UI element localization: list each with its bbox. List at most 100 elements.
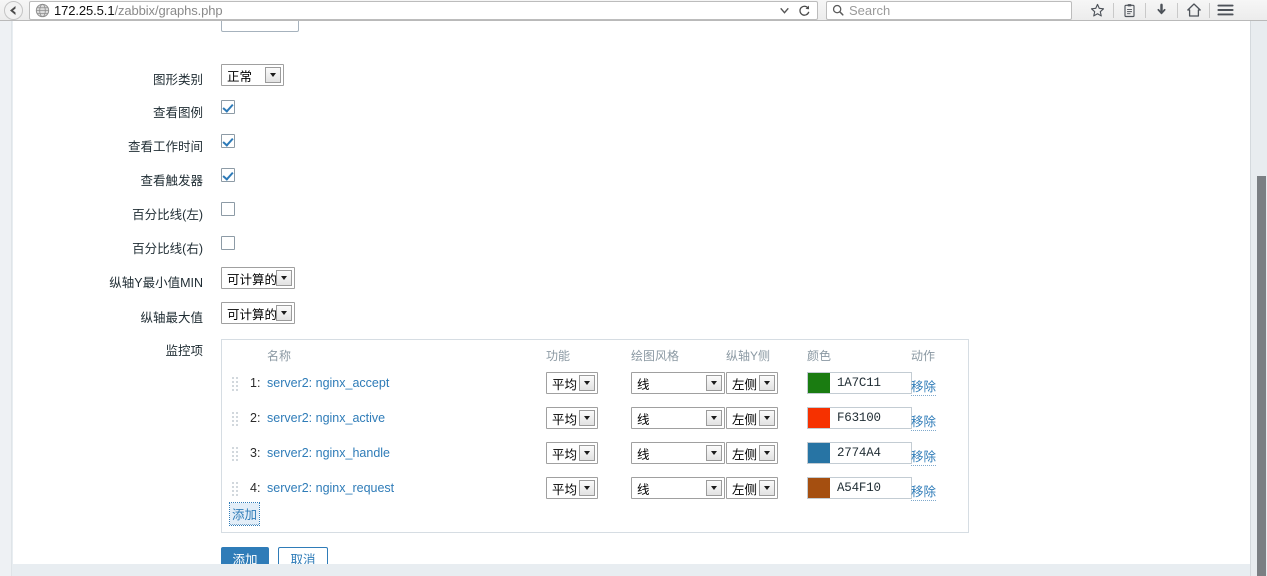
chevron-down-icon[interactable] <box>579 375 595 391</box>
item-name-link[interactable]: server2: nginx_request <box>267 481 394 495</box>
page-bottom-strip <box>13 564 1250 576</box>
globe-icon <box>35 3 50 17</box>
chevron-down-icon[interactable] <box>579 445 595 461</box>
url-path: /zabbix/graphs.php <box>114 2 223 18</box>
vertical-scrollbar[interactable] <box>1250 21 1267 576</box>
field-show-triggers[interactable] <box>221 168 235 182</box>
add-item-link[interactable]: 添加 <box>228 502 261 526</box>
url-text: 172.25.5.1/zabbix/graphs.php <box>54 3 223 18</box>
chevron-down-icon[interactable] <box>706 445 722 461</box>
select-function[interactable]: 平均 <box>546 477 598 499</box>
checkbox-show-legend[interactable] <box>221 100 235 114</box>
item-name-link[interactable]: server2: nginx_handle <box>267 446 390 460</box>
chevron-down-icon[interactable] <box>265 67 281 83</box>
chevron-down-icon[interactable] <box>778 4 791 17</box>
select-function[interactable]: 平均 <box>546 372 598 394</box>
drag-handle-icon[interactable] <box>232 447 239 462</box>
chevron-down-icon[interactable] <box>276 305 292 321</box>
chevron-down-icon[interactable] <box>706 480 722 496</box>
item-name-link[interactable]: server2: nginx_active <box>267 411 385 425</box>
select-function[interactable]: 平均 <box>546 407 598 429</box>
color-input[interactable]: F63100 <box>807 407 912 429</box>
chevron-down-icon[interactable] <box>759 445 775 461</box>
chevron-down-icon[interactable] <box>706 410 722 426</box>
select-yaxis-max[interactable]: 可计算的 <box>221 302 295 324</box>
color-input[interactable]: 1A7C11 <box>807 372 912 394</box>
menu-hamburger-icon[interactable] <box>1210 0 1241 20</box>
select-draw-style[interactable]: 线 <box>631 442 725 464</box>
checkbox-show-working-time[interactable] <box>221 134 235 148</box>
field-show-working-time[interactable] <box>221 134 235 148</box>
remove-link[interactable]: 移除 <box>911 481 937 501</box>
select-yaxis-side[interactable]: 左侧 <box>726 477 778 499</box>
color-swatch[interactable] <box>808 373 830 393</box>
row-index: 1: <box>250 376 261 390</box>
select-function-value: 平均 <box>552 447 578 462</box>
drag-handle-icon[interactable] <box>232 412 239 427</box>
chevron-down-icon[interactable] <box>579 410 595 426</box>
chevron-down-icon[interactable] <box>759 410 775 426</box>
select-yaxis-side[interactable]: 左侧 <box>726 407 778 429</box>
label-items: 监控项 <box>165 344 203 358</box>
select-draw-style[interactable]: 线 <box>631 372 725 394</box>
select-yaxis-side[interactable]: 左侧 <box>726 442 778 464</box>
submit-button[interactable]: 添加 <box>221 547 269 564</box>
home-icon[interactable] <box>1178 0 1209 20</box>
color-input[interactable]: A54F10 <box>807 477 912 499</box>
select-yaxis-max-value: 可计算的 <box>227 307 278 322</box>
url-bar[interactable]: 172.25.5.1/zabbix/graphs.php <box>29 0 818 20</box>
field-show-legend[interactable] <box>221 100 235 114</box>
color-swatch[interactable] <box>808 478 830 498</box>
table-row: 4: server2: nginx_request 平均 线 左侧 A54F10… <box>222 472 968 507</box>
select-graph-type-value: 正常 <box>227 69 253 84</box>
field-yaxis-max[interactable]: 可计算的 <box>221 302 295 324</box>
color-swatch[interactable] <box>808 443 830 463</box>
color-input[interactable]: 2774A4 <box>807 442 912 464</box>
column-header-yaxis-side: 纵轴Y侧 <box>726 349 771 363</box>
chevron-down-icon[interactable] <box>579 480 595 496</box>
scrollbar-thumb[interactable] <box>1257 176 1266 576</box>
field-graph-type[interactable]: 正常 <box>221 64 284 86</box>
reload-icon[interactable] <box>798 4 811 17</box>
checkbox-percentile-left[interactable] <box>221 202 235 216</box>
select-yaxis-min[interactable]: 可计算的 <box>221 267 295 289</box>
chevron-down-icon[interactable] <box>759 375 775 391</box>
select-yaxis-side-value: 左侧 <box>732 482 758 497</box>
cutoff-text-input[interactable] <box>221 21 299 32</box>
field-percentile-right[interactable] <box>221 236 235 250</box>
search-placeholder: Search <box>849 2 891 18</box>
select-draw-style[interactable]: 线 <box>631 477 725 499</box>
downloads-icon[interactable] <box>1146 0 1177 20</box>
search-box[interactable]: Search <box>826 0 1072 20</box>
drag-handle-icon[interactable] <box>232 482 239 497</box>
back-arrow-icon <box>4 0 23 20</box>
label-percentile-left: 百分比线(左) <box>132 208 203 222</box>
remove-link[interactable]: 移除 <box>911 376 937 396</box>
cancel-button[interactable]: 取消 <box>278 547 328 564</box>
select-function[interactable]: 平均 <box>546 442 598 464</box>
browser-viewport: 图形类别 正常 查看图例 查看工作时间 查看触发器 百分比线(左) 百分比线(右… <box>0 21 1267 576</box>
label-yaxis-max: 纵轴最大值 <box>140 311 203 325</box>
select-function-value: 平均 <box>552 377 578 392</box>
bookmark-star-icon[interactable] <box>1082 0 1113 20</box>
chevron-down-icon[interactable] <box>759 480 775 496</box>
select-yaxis-side-value: 左侧 <box>732 412 758 427</box>
select-yaxis-side[interactable]: 左侧 <box>726 372 778 394</box>
remove-link[interactable]: 移除 <box>911 411 937 431</box>
field-percentile-left[interactable] <box>221 202 235 216</box>
checkbox-percentile-right[interactable] <box>221 236 235 250</box>
label-show-legend: 查看图例 <box>152 106 203 120</box>
color-hex-value: F63100 <box>837 411 881 425</box>
select-draw-style[interactable]: 线 <box>631 407 725 429</box>
back-button[interactable] <box>2 0 25 20</box>
remove-link[interactable]: 移除 <box>911 446 937 466</box>
chevron-down-icon[interactable] <box>706 375 722 391</box>
item-name-link[interactable]: server2: nginx_accept <box>267 376 389 390</box>
reader-list-icon[interactable] <box>1114 0 1145 20</box>
drag-handle-icon[interactable] <box>232 377 239 392</box>
checkbox-show-triggers[interactable] <box>221 168 235 182</box>
select-graph-type[interactable]: 正常 <box>221 64 284 86</box>
field-yaxis-min[interactable]: 可计算的 <box>221 267 295 289</box>
color-swatch[interactable] <box>808 408 830 428</box>
chevron-down-icon[interactable] <box>276 270 292 286</box>
